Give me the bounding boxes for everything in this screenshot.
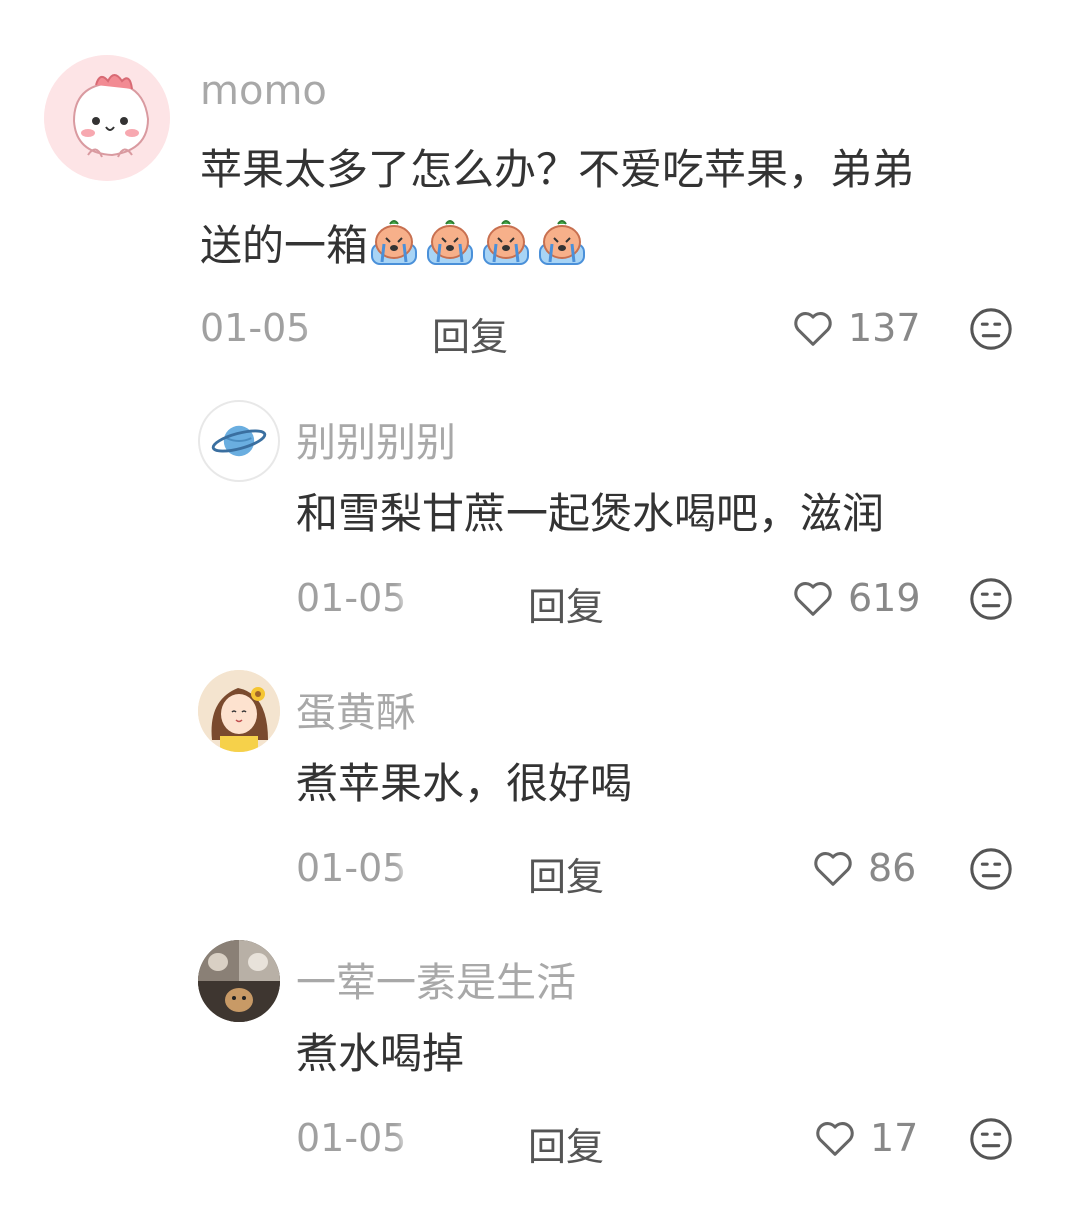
comment-text: 苹果太多了怎么办？不爱吃苹果，弟弟 送的一箱: [200, 132, 1030, 284]
comment-item: 蛋黄酥 煮苹果水，很好喝 01-05 回复 86: [0, 660, 1080, 930]
comment-item: 一荤一素是生活 煮水喝掉 01-05 回复 17: [0, 930, 1080, 1208]
heart-outline-icon: [816, 1122, 854, 1156]
heart-outline-icon: [794, 312, 832, 346]
comment-date: 01-05: [296, 846, 407, 890]
comment-text: 和雪梨甘蔗一起煲水喝吧，滋润: [296, 489, 885, 538]
meh-face-icon: [970, 848, 1012, 890]
redacted-location: [410, 828, 506, 900]
dislike-button[interactable]: [968, 576, 1014, 622]
avatar[interactable]: [44, 55, 170, 181]
username[interactable]: 蛋黄酥: [296, 680, 416, 738]
redacted-location: [318, 296, 408, 354]
like-count: 619: [848, 576, 921, 620]
username[interactable]: 别别别别: [296, 410, 456, 468]
username[interactable]: momo: [200, 68, 327, 114]
comment-text: 煮水喝掉: [296, 1029, 465, 1078]
heart-outline-icon: [794, 582, 832, 616]
redacted-location: [410, 1106, 506, 1164]
comment-text-line: 苹果太多了怎么办？不爱吃苹果，弟弟: [200, 145, 915, 194]
crying-face-icon: [480, 216, 532, 268]
comment-date: 01-05: [296, 576, 407, 620]
comment-text: 煮苹果水，很好喝: [296, 759, 633, 808]
reply-button[interactable]: 回复: [528, 576, 604, 631]
comment-item: 别别别别 和雪梨甘蔗一起煲水喝吧，滋润 01-05 回复 619: [0, 390, 1080, 660]
crying-face-icon: [368, 216, 420, 268]
like-button[interactable]: 86: [810, 838, 916, 898]
dislike-button[interactable]: [968, 306, 1014, 352]
dislike-button[interactable]: [968, 846, 1014, 892]
meh-face-icon: [970, 308, 1012, 350]
like-button[interactable]: 17: [812, 1108, 918, 1168]
redacted-location: [410, 562, 520, 626]
avatar[interactable]: [198, 940, 280, 1022]
like-count: 137: [848, 306, 921, 350]
like-count: 17: [870, 1116, 919, 1160]
avatar[interactable]: [198, 400, 280, 482]
comment-item: momo 苹果太多了怎么办？不爱吃苹果，弟弟 送的一箱 01-05 回复 137: [0, 0, 1080, 390]
dislike-button[interactable]: [968, 1116, 1014, 1162]
comment-date: 01-05: [296, 1116, 407, 1160]
reply-button[interactable]: 回复: [432, 306, 508, 361]
username[interactable]: 一荤一素是生活: [296, 950, 576, 1008]
crying-face-icon: [536, 216, 588, 268]
meh-face-icon: [970, 1118, 1012, 1160]
reply-button[interactable]: 回复: [528, 846, 604, 901]
like-button[interactable]: 137: [790, 298, 921, 358]
like-count: 86: [868, 846, 917, 890]
comment-text-line: 送的一箱: [200, 208, 1030, 284]
comment-text-fragment: 送的一箱: [200, 221, 369, 270]
heart-outline-icon: [814, 852, 852, 886]
comment-date: 01-05: [200, 306, 311, 350]
crying-face-icon: [424, 216, 476, 268]
like-button[interactable]: 619: [790, 568, 921, 628]
meh-face-icon: [970, 578, 1012, 620]
reply-button[interactable]: 回复: [528, 1116, 604, 1171]
avatar[interactable]: [198, 670, 280, 752]
